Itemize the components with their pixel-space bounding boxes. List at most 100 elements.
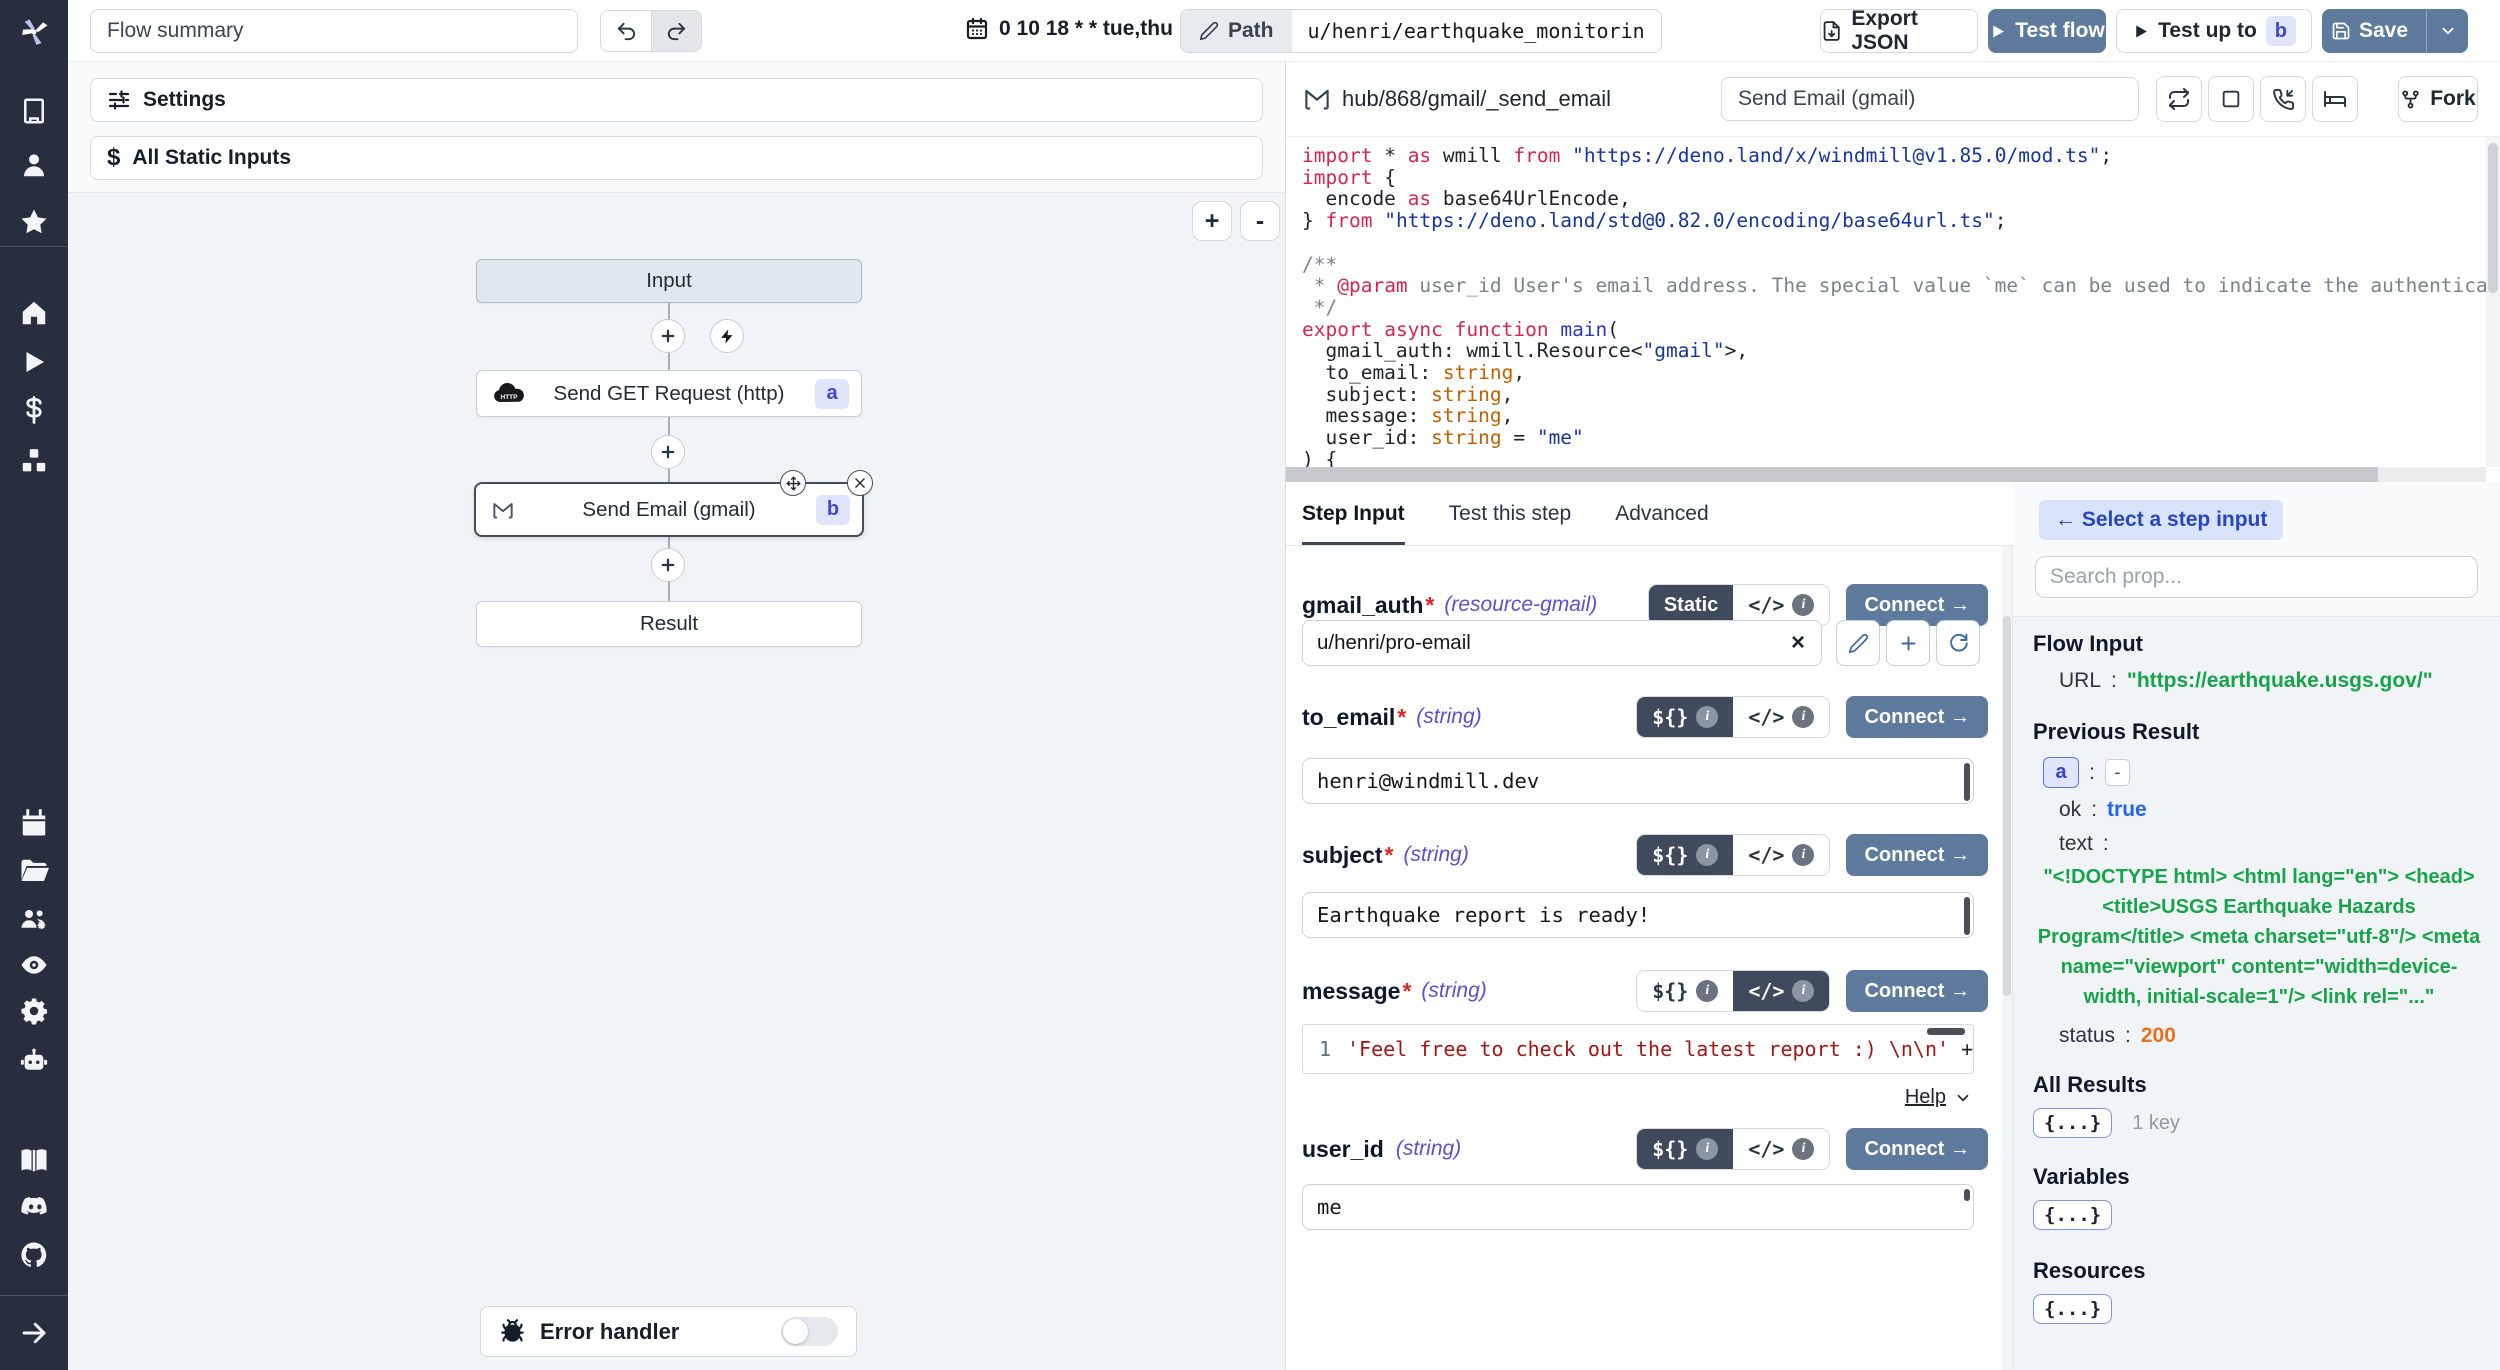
refresh-script-button[interactable] [2156, 76, 2202, 122]
building-icon[interactable] [19, 96, 49, 126]
users-gear-icon[interactable] [19, 904, 49, 934]
github-icon[interactable] [19, 1240, 49, 1270]
windmill-logo-icon[interactable] [16, 14, 52, 50]
boxes-icon[interactable] [19, 446, 49, 476]
ok-row[interactable]: ok: true [2059, 798, 2480, 822]
text-value[interactable]: "<!DOCTYPE html> <html lang="en"> <head>… [2033, 862, 2485, 1012]
input-scrollbar[interactable] [1964, 1189, 1970, 1201]
edit-resource-button[interactable] [1836, 620, 1880, 666]
javascript-mode-button[interactable]: </>i [1733, 697, 1829, 737]
template-mode-button[interactable]: ${}i [1637, 971, 1733, 1011]
object-chip[interactable]: {...} [2033, 1294, 2112, 1324]
connect-button[interactable]: Connect → [1846, 696, 1988, 738]
flow-settings-button[interactable]: Settings [90, 78, 1263, 122]
add-resource-button[interactable] [1886, 620, 1930, 666]
play-icon[interactable] [19, 347, 49, 377]
bot-icon[interactable] [19, 1046, 49, 1076]
code-vertical-scrollbar[interactable] [2486, 137, 2500, 467]
box-button[interactable] [2208, 76, 2254, 122]
step-name-input[interactable]: Send Email (gmail) [1721, 77, 2139, 121]
sleep-step-button[interactable] [2312, 76, 2358, 122]
add-step-button[interactable] [651, 548, 685, 582]
hub-script-path[interactable]: hub/868/gmail/_send_email [1342, 62, 1611, 136]
tab-advanced[interactable]: Advanced [1615, 502, 1708, 545]
trigger-button[interactable] [710, 319, 744, 353]
arrow-right-icon[interactable] [19, 1318, 49, 1348]
input-scrollbar[interactable] [1964, 763, 1970, 801]
tab-step-input[interactable]: Step Input [1302, 502, 1405, 545]
add-step-button[interactable] [651, 435, 685, 469]
gear-icon[interactable] [19, 996, 49, 1026]
add-step-button[interactable] [651, 319, 685, 353]
schedule-summary[interactable]: 0 10 18 * * tue,thu [965, 17, 1173, 41]
clear-resource-button[interactable]: × [1791, 629, 1805, 657]
redo-button[interactable] [651, 11, 701, 51]
user-icon[interactable] [19, 150, 49, 180]
flow-graph-canvas[interactable]: + - Input HTTP Send GET Request (http) a [68, 193, 1285, 1370]
input-scrollbar[interactable] [1964, 897, 1970, 935]
export-json-button[interactable]: Export JSON [1820, 9, 1978, 53]
star-icon[interactable] [19, 207, 49, 237]
user-id-input[interactable]: me [1302, 1184, 1974, 1230]
help-toggle[interactable]: Help [1905, 1086, 1972, 1109]
undo-button[interactable] [601, 11, 651, 51]
static-mode-button[interactable]: Static [1649, 585, 1733, 625]
flow-node-http-get[interactable]: HTTP Send GET Request (http) a [476, 370, 862, 417]
object-chip[interactable]: {...} [2033, 1200, 2112, 1230]
editor-scrollbar[interactable] [1927, 1028, 1965, 1035]
template-mode-button[interactable]: ${}i [1637, 835, 1733, 875]
javascript-mode-button[interactable]: </>i [1733, 835, 1829, 875]
flow-node-input[interactable]: Input [476, 259, 862, 303]
fork-button[interactable]: Fork [2398, 76, 2478, 122]
tab-test-this-step[interactable]: Test this step [1449, 502, 1572, 545]
error-handler-toggle[interactable] [781, 1317, 838, 1346]
to-email-input[interactable]: henri@windmill.dev [1302, 758, 1974, 804]
gmail-auth-resource-input[interactable]: u/henri/pro-email × [1302, 620, 1822, 666]
zoom-out-button[interactable]: - [1240, 201, 1280, 241]
test-flow-button[interactable]: Test flow [1988, 9, 2106, 53]
javascript-mode-button[interactable]: </>i [1733, 585, 1829, 625]
flow-input-url-row[interactable]: URL: "https://earthquake.usgs.gov/" [2059, 669, 2480, 693]
save-button[interactable]: Save [2322, 9, 2417, 53]
step-a-chip[interactable]: a [2043, 757, 2079, 788]
eye-icon[interactable] [19, 950, 49, 980]
search-prop-input[interactable]: Search prop... [2035, 556, 2478, 598]
status-row[interactable]: status: 200 [2059, 1024, 2480, 1048]
collapse-chip[interactable]: - [2105, 759, 2130, 786]
flow-path-control[interactable]: Path u/henri/earthquake_monitorin [1180, 9, 1662, 53]
connect-button[interactable]: Connect → [1846, 970, 1988, 1012]
text-row[interactable]: text: [2059, 832, 2480, 856]
code-horizontal-scrollbar[interactable] [1286, 467, 2486, 482]
path-edit-button[interactable]: Path [1181, 10, 1292, 52]
form-scrollbar[interactable] [2002, 546, 2012, 1370]
subject-input[interactable]: Earthquake report is ready! [1302, 892, 1974, 938]
connect-button[interactable]: Connect → [1846, 834, 1988, 876]
delete-step-button[interactable] [847, 470, 873, 496]
all-static-inputs-button[interactable]: $ All Static Inputs [90, 136, 1263, 180]
javascript-mode-button[interactable]: </>i [1733, 1129, 1829, 1169]
flow-node-result[interactable]: Result [476, 601, 862, 647]
flow-node-gmail-selected[interactable]: Send Email (gmail) b [474, 482, 864, 537]
dollar-icon[interactable] [19, 395, 49, 425]
save-dropdown-button[interactable] [2426, 9, 2468, 53]
square-icon [2220, 88, 2242, 110]
refresh-resource-button[interactable] [1936, 620, 1980, 666]
javascript-mode-button[interactable]: </>i [1733, 971, 1829, 1011]
select-step-input-button[interactable]: ← Select a step input [2039, 500, 2283, 540]
template-mode-button[interactable]: ${}i [1637, 1129, 1733, 1169]
folder-icon[interactable] [19, 856, 49, 886]
object-chip[interactable]: {...} [2033, 1108, 2112, 1138]
template-mode-button[interactable]: ${}i [1637, 697, 1733, 737]
connect-button[interactable]: Connect → [1846, 1128, 1988, 1170]
move-step-button[interactable] [780, 470, 806, 496]
test-up-to-button[interactable]: Test up to b [2116, 9, 2312, 53]
home-icon[interactable] [19, 298, 49, 328]
flow-summary-input[interactable]: Flow summary [90, 9, 578, 53]
phone-incoming-icon-button[interactable] [2260, 76, 2306, 122]
message-code-editor[interactable]: 1 'Feel free to check out the latest rep… [1302, 1024, 1974, 1074]
code-editor[interactable]: import * as wmill from "https://deno.lan… [1286, 136, 2500, 482]
calendar-icon[interactable] [19, 808, 49, 838]
book-icon[interactable] [19, 1145, 49, 1175]
zoom-in-button[interactable]: + [1192, 201, 1232, 241]
discord-icon[interactable] [19, 1192, 49, 1222]
